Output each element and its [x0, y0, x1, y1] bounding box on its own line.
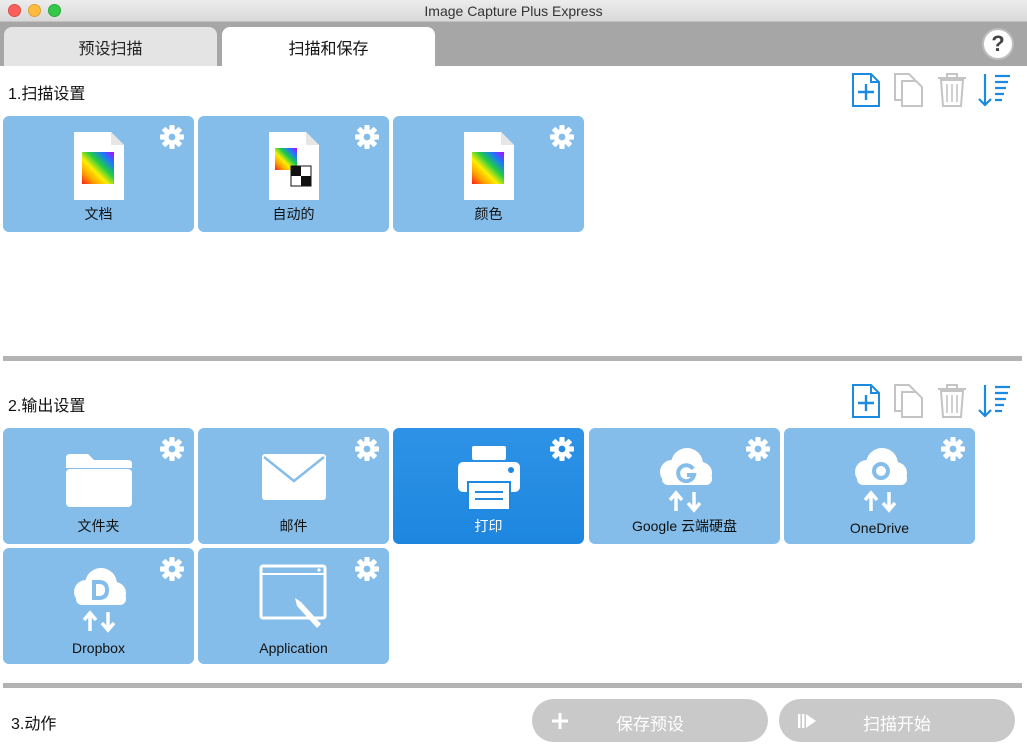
tile-label: Google 云端硬盘 — [631, 518, 738, 534]
start-scan-button[interactable]: 扫描开始 — [779, 699, 1015, 742]
scan-setting-auto[interactable]: 自动的 — [198, 116, 389, 232]
section-divider — [3, 356, 1022, 361]
tile-label: 文档 — [84, 206, 113, 222]
output-folder[interactable]: 文件夹 — [3, 428, 194, 544]
section-divider — [3, 683, 1022, 688]
tile-label: 自动的 — [272, 206, 315, 222]
duplicate-icon[interactable] — [891, 72, 925, 108]
save-preset-label: 保存预设 — [616, 715, 684, 734]
sort-icon[interactable] — [977, 72, 1011, 108]
output-settings-title: 2.输出设置 — [8, 398, 86, 415]
add-document-icon[interactable] — [849, 383, 883, 419]
tile-label: 文件夹 — [77, 518, 120, 534]
cloud-sync-icon — [854, 448, 907, 513]
application-window-icon — [259, 564, 326, 628]
sort-icon[interactable] — [977, 383, 1011, 419]
add-document-icon[interactable] — [849, 72, 883, 108]
tile-label: 颜色 — [474, 206, 503, 222]
mail-icon — [261, 454, 326, 500]
scan-setting-document[interactable]: 文档 — [3, 116, 194, 232]
output-settings-toolbar — [849, 383, 1017, 419]
window-title: Image Capture Plus Express — [424, 3, 603, 19]
title-bar: Image Capture Plus Express — [0, 0, 1027, 22]
output-onedrive[interactable]: OneDrive — [784, 428, 975, 544]
tile-label: 邮件 — [279, 518, 308, 534]
help-button[interactable]: ? — [982, 28, 1014, 60]
tab-bar: 预设扫描 扫描和保存 ? — [0, 22, 1027, 66]
output-dropbox[interactable]: Dropbox — [3, 548, 194, 664]
tile-label: Dropbox — [72, 640, 125, 656]
output-print[interactable]: 打印 — [393, 428, 584, 544]
color-document-icon — [73, 132, 124, 200]
save-preset-button[interactable]: 保存预设 — [532, 699, 768, 742]
tile-label: OneDrive — [849, 520, 910, 536]
actions-title: 3.动作 — [11, 716, 57, 733]
trash-icon[interactable] — [935, 383, 969, 419]
duplicate-icon[interactable] — [891, 383, 925, 419]
color-document-icon — [463, 132, 514, 200]
scan-settings-toolbar — [849, 72, 1017, 108]
trash-icon[interactable] — [935, 72, 969, 108]
scan-settings-title: 1.扫描设置 — [8, 86, 86, 103]
output-mail[interactable]: 邮件 — [198, 428, 389, 544]
start-scan-label: 扫描开始 — [863, 715, 931, 734]
tab-scan-and-save[interactable]: 扫描和保存 — [222, 27, 435, 66]
auto-document-icon — [268, 132, 319, 200]
cloud-sync-icon — [659, 448, 712, 513]
tile-label: 打印 — [474, 518, 503, 534]
tab-preset-scan[interactable]: 预设扫描 — [4, 27, 217, 66]
folder-icon — [65, 454, 132, 507]
cloud-sync-icon — [73, 568, 126, 633]
scan-setting-color[interactable]: 颜色 — [393, 116, 584, 232]
tile-label: Application — [259, 640, 328, 656]
output-application[interactable]: Application — [198, 548, 389, 664]
printer-icon — [457, 446, 520, 511]
output-google-drive[interactable]: Google 云端硬盘 — [589, 428, 780, 544]
